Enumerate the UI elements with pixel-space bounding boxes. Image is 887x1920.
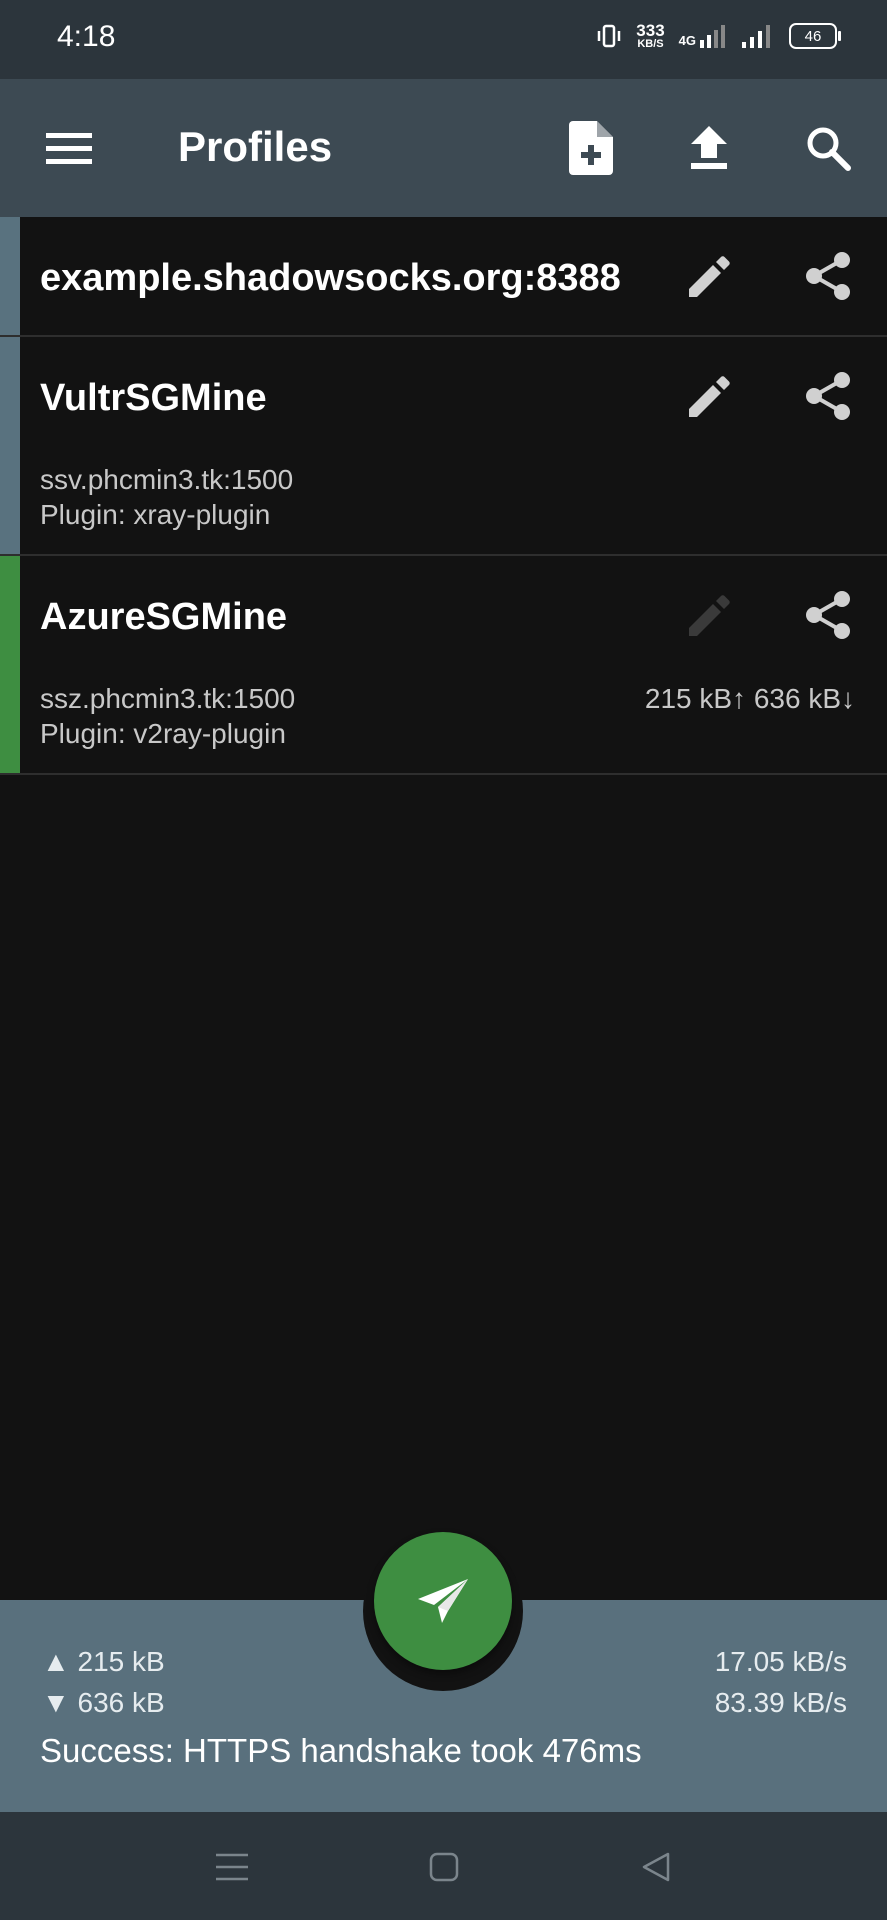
profile-plugin: Plugin: v2ray-plugin [40, 718, 286, 749]
edit-button[interactable] [675, 361, 745, 431]
status-stripe-active [0, 556, 20, 773]
square-icon [429, 1852, 459, 1882]
profile-traffic: 215 kB↑ 636 kB↓ [644, 683, 855, 714]
clock: 4:18 [57, 20, 116, 53]
profile-server: ssv.phcmin3.tk:1500 [40, 464, 294, 495]
status-bar: 4:18 333 KB/S 4G 46 [0, 0, 887, 79]
import-button[interactable] [673, 112, 745, 184]
share-icon [806, 372, 850, 420]
upload-icon [691, 126, 727, 169]
profile-name: example.shadowsocks.org:8388 [40, 257, 621, 299]
pencil-icon [689, 256, 730, 297]
system-nav-bar [0, 1812, 887, 1920]
menu-button[interactable] [33, 112, 105, 184]
back-triangle-icon [642, 1852, 670, 1882]
add-profile-button[interactable] [555, 112, 627, 184]
edit-button[interactable] [675, 241, 745, 311]
paper-plane-icon [418, 1579, 468, 1623]
profile-row[interactable]: example.shadowsocks.org:8388 [0, 217, 887, 337]
connect-fab[interactable] [374, 1532, 512, 1670]
status-message[interactable]: Success: HTTPS handshake took 476ms [40, 1732, 642, 1770]
app-toolbar: Profiles [0, 79, 887, 217]
page-title: Profiles [178, 123, 333, 170]
profile-row[interactable]: VultrSGMine ssv.phcmin3.tk:1500 Plugin: … [0, 337, 887, 556]
net-speed-value: 333 [636, 21, 665, 40]
share-button[interactable] [793, 241, 863, 311]
net-speed-unit: KB/S [637, 38, 664, 50]
recents-button[interactable] [207, 1842, 257, 1892]
network-type: 4G [679, 24, 727, 48]
pencil-icon [689, 595, 730, 636]
signal-icon [700, 25, 725, 48]
upload-rate: 17.05 kB/s [714, 1646, 847, 1677]
profile-plugin: Plugin: xray-plugin [40, 499, 271, 530]
menu-lines-icon [216, 1853, 248, 1881]
signal-icon-2 [742, 25, 770, 48]
download-rate: 83.39 kB/s [714, 1687, 847, 1718]
share-icon [806, 252, 850, 300]
search-button[interactable] [792, 112, 864, 184]
share-button[interactable] [793, 361, 863, 431]
battery-icon: 46 [789, 23, 841, 49]
battery-level: 46 [804, 27, 822, 45]
edit-button-disabled [675, 580, 745, 650]
search-icon [807, 127, 851, 171]
status-stripe [0, 217, 20, 335]
pencil-icon [689, 376, 730, 417]
share-button[interactable] [793, 580, 863, 650]
share-icon [806, 591, 850, 639]
profile-name: AzureSGMine [40, 596, 288, 638]
profile-server: ssz.phcmin3.tk:1500 [40, 683, 296, 714]
upload-total: ▲ 215 kB [42, 1646, 165, 1677]
download-total: ▼ 636 kB [42, 1687, 165, 1718]
profile-list: example.shadowsocks.org:8388 VultrSGMine… [0, 217, 887, 775]
vibrate-icon [598, 24, 621, 48]
add-file-icon [569, 121, 613, 175]
back-button[interactable] [631, 1842, 681, 1892]
net-speed: 333 KB/S [636, 22, 664, 50]
menu-icon [46, 133, 92, 164]
profile-name: VultrSGMine [40, 377, 267, 419]
status-stripe [0, 337, 20, 554]
status-icons: 333 KB/S 4G 46 [596, 22, 841, 50]
profile-row-active[interactable]: AzureSGMine ssz.phcmin3.tk:1500 Plugin: … [0, 556, 887, 775]
home-button[interactable] [419, 1842, 469, 1892]
